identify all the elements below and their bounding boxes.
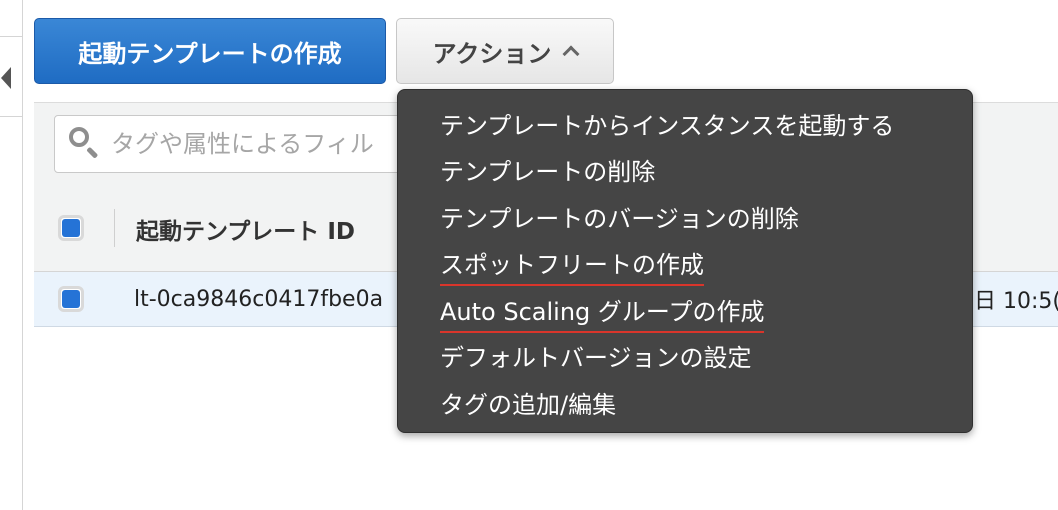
divider [0, 116, 22, 117]
menu-item-label: テンプレートのバージョンの削除 [440, 204, 799, 233]
row-checkbox[interactable] [58, 286, 84, 312]
menu-item-create-spot-fleet[interactable]: スポットフリートの作成 [398, 240, 972, 287]
select-all-checkbox[interactable] [58, 215, 84, 241]
menu-item-label: デフォルトバージョンの設定 [440, 344, 752, 373]
menu-item-delete-template[interactable]: テンプレートの削除 [398, 147, 972, 194]
launch-template-id-cell: lt-0ca9846c0417fbe0a [134, 286, 384, 312]
sidebar-collapsed-strip [0, 0, 23, 510]
actions-dropdown-menu: テンプレートからインスタンスを起動する テンプレートの削除 テンプレートのバージ… [397, 89, 973, 433]
chevron-up-icon [562, 45, 580, 63]
column-divider [114, 209, 115, 247]
actions-button[interactable]: アクション [396, 18, 614, 84]
menu-item-launch-instance-from-template[interactable]: テンプレートからインスタンスを起動する [398, 100, 972, 147]
create-time-cell: 日 10:5( [974, 289, 1058, 314]
menu-item-create-auto-scaling-group[interactable]: Auto Scaling グループの作成 [398, 286, 972, 333]
search-icon [67, 124, 107, 164]
menu-item-label: タグの追加/編集 [440, 390, 617, 419]
menu-item-label: スポットフリートの作成 [440, 245, 704, 287]
actions-label: アクション [432, 39, 552, 68]
collapse-arrow-icon[interactable] [1, 67, 11, 89]
ec2-launch-templates-page: 起動テンプレートの作成 アクション 起動テンプレート ID [0, 0, 1058, 510]
create-launch-template-button[interactable]: 起動テンプレートの作成 [34, 18, 386, 84]
menu-item-label: Auto Scaling グループの作成 [440, 292, 765, 333]
menu-item-delete-template-version[interactable]: テンプレートのバージョンの削除 [398, 193, 972, 240]
column-header-launch-template-id[interactable]: 起動テンプレート ID [136, 187, 355, 271]
menu-item-set-default-version[interactable]: デフォルトバージョンの設定 [398, 333, 972, 380]
menu-item-label: テンプレートからインスタンスを起動する [440, 111, 895, 140]
divider [0, 36, 22, 37]
menu-item-label: テンプレートの削除 [440, 158, 656, 187]
create-launch-template-label: 起動テンプレートの作成 [78, 39, 342, 68]
menu-item-add-edit-tags[interactable]: タグの追加/編集 [398, 379, 972, 426]
